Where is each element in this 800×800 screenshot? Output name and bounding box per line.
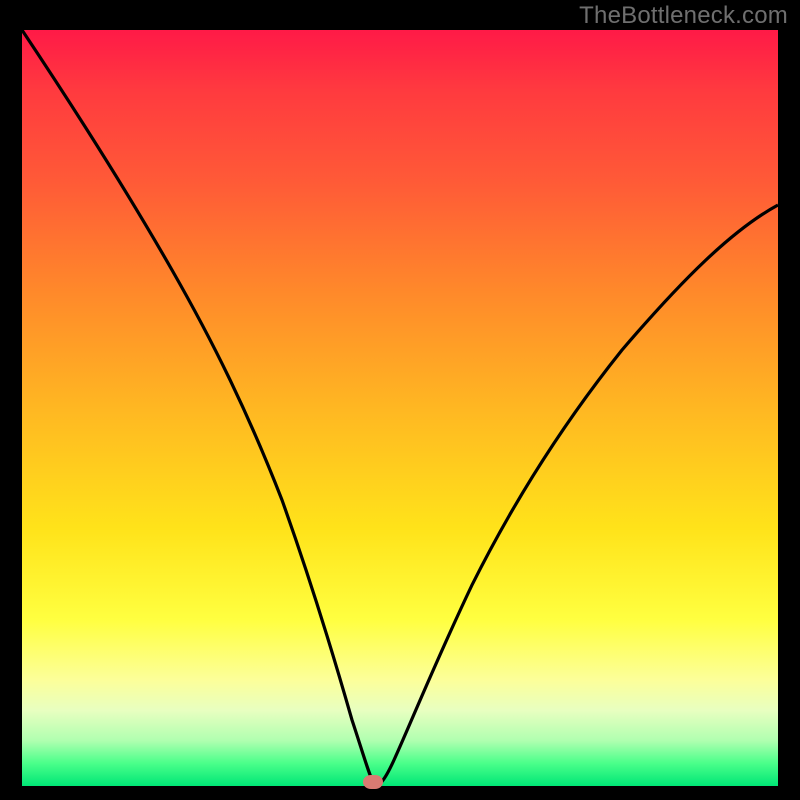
watermark-text: TheBottleneck.com	[579, 2, 788, 30]
plot-outer	[22, 30, 778, 786]
bottleneck-curve-path	[22, 30, 778, 785]
optimal-point-marker	[363, 775, 383, 789]
chart-frame: TheBottleneck.com	[0, 0, 800, 800]
curve-svg	[22, 30, 778, 786]
